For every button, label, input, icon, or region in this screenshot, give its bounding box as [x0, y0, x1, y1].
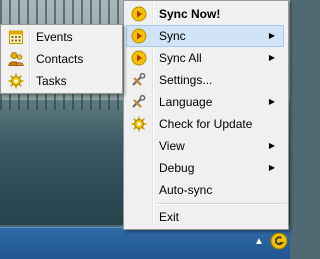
- contacts-icon: [8, 52, 24, 66]
- app-tray-icon[interactable]: [270, 232, 288, 250]
- menu-item-exit[interactable]: Exit: [126, 206, 284, 228]
- taskbar: [0, 227, 290, 259]
- play-icon: [131, 50, 147, 66]
- menu-item-debug[interactable]: Debug ▶: [126, 157, 284, 179]
- sync-submenu: Events Contacts Tasks: [0, 24, 123, 94]
- submenu-item-tasks[interactable]: Tasks: [3, 70, 118, 92]
- menu-item-auto-sync[interactable]: Auto-sync: [126, 179, 284, 201]
- menu-item-label: Debug: [159, 161, 195, 175]
- menu-item-label: Language: [159, 95, 213, 109]
- menu-item-language[interactable]: Language ▶: [126, 91, 284, 113]
- menu-item-label: Sync: [159, 29, 186, 43]
- sun-gear-icon: [131, 116, 147, 132]
- menu-item-sync[interactable]: Sync ▶: [126, 25, 284, 47]
- submenu-arrow-icon: ▶: [268, 31, 275, 40]
- menu-item-label: Tasks: [36, 74, 67, 88]
- sun-gear-icon: [8, 73, 24, 89]
- menu-separator: [155, 203, 286, 205]
- menu-item-sync-all[interactable]: Sync All ▶: [126, 47, 284, 69]
- submenu-arrow-icon: ▶: [268, 163, 275, 172]
- menu-item-label: Check for Update: [159, 117, 253, 131]
- submenu-item-contacts[interactable]: Contacts: [3, 48, 118, 70]
- submenu-item-events[interactable]: Events: [3, 26, 118, 48]
- menu-item-label: Sync Now!: [159, 7, 221, 21]
- submenu-arrow-icon: ▶: [268, 97, 275, 106]
- menu-item-label: Settings...: [159, 73, 213, 87]
- menu-item-view[interactable]: View ▶: [126, 135, 284, 157]
- menu-item-label: View: [159, 139, 185, 153]
- menu-item-label: Exit: [159, 210, 180, 224]
- menu-item-settings[interactable]: Settings...: [126, 69, 284, 91]
- menu-item-label: Contacts: [36, 52, 84, 66]
- menu-item-label: Auto-sync: [159, 183, 213, 197]
- tools-icon: [132, 94, 146, 108]
- menu-item-sync-now[interactable]: Sync Now!: [126, 3, 284, 25]
- play-icon: [131, 28, 147, 44]
- tray-context-menu: Sync Now! Sync ▶ Sync All ▶ Settings...: [123, 0, 289, 230]
- menu-item-label: Sync All: [159, 51, 202, 65]
- play-icon: [131, 6, 147, 22]
- submenu-arrow-icon: ▶: [268, 141, 275, 150]
- show-hidden-icons-arrow[interactable]: ▲: [253, 236, 265, 248]
- tools-icon: [132, 72, 146, 86]
- menu-item-check-for-update[interactable]: Check for Update: [126, 113, 284, 135]
- menu-item-label: Events: [36, 30, 73, 44]
- submenu-arrow-icon: ▶: [268, 53, 275, 62]
- calendar-icon: [9, 30, 23, 44]
